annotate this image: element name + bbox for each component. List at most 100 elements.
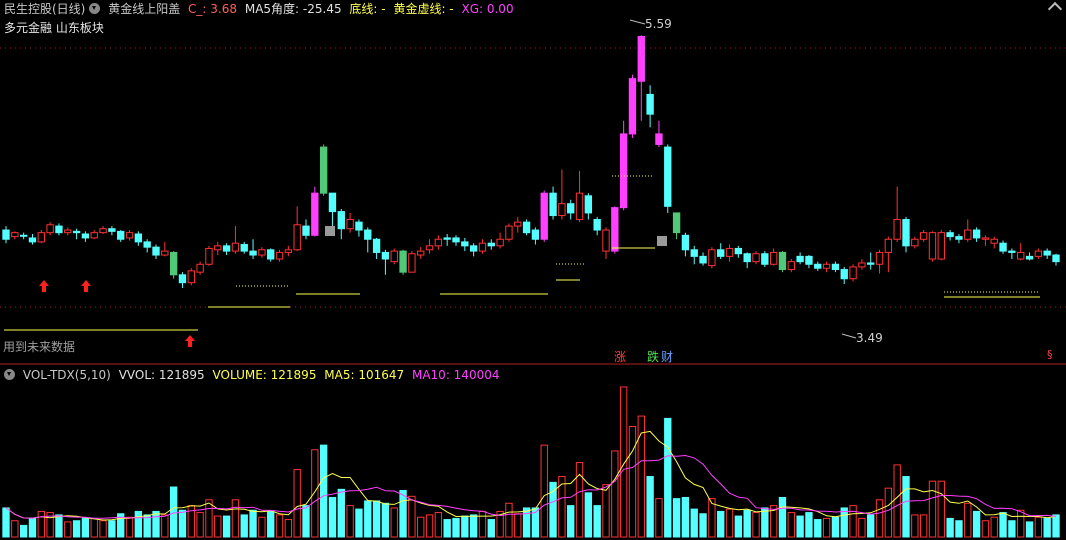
candle-body (884, 238, 893, 253)
candle-body (672, 212, 681, 234)
volume-bar (778, 496, 787, 538)
candle-body (443, 237, 451, 240)
volume-chart[interactable] (0, 365, 1066, 540)
candle-body (55, 225, 63, 234)
low-leader-line (841, 333, 857, 339)
volume-bar (461, 515, 469, 538)
volume-bar (169, 486, 178, 538)
volume-bar (602, 484, 610, 538)
price-chart-panel[interactable] (0, 0, 1066, 365)
candle-body (514, 221, 522, 227)
volume-bar (567, 505, 575, 538)
rise-tag[interactable]: 涨 (614, 348, 626, 365)
candle-body (752, 253, 760, 263)
candle-body (2, 229, 10, 240)
volume-bar (814, 519, 822, 538)
low-price-marker: 3.49 (856, 331, 883, 345)
wealth-tag[interactable]: 财 (661, 348, 673, 365)
volume-bar (717, 510, 725, 538)
volume-bar (955, 520, 963, 538)
volume-bar (858, 517, 866, 538)
volume-bar (681, 496, 690, 538)
vol-indicator-name[interactable]: VOL-TDX(5,10) (23, 368, 111, 382)
candle-body (311, 192, 319, 236)
volume-bar (11, 520, 19, 538)
volume-bar (593, 505, 601, 538)
candle-body (761, 253, 769, 265)
volume-bar (734, 515, 743, 538)
candle-body (584, 195, 593, 214)
candle-body (831, 263, 840, 271)
candle-body (169, 251, 178, 276)
candle-body (858, 262, 866, 268)
volume-bar (805, 512, 813, 538)
candle-body (117, 230, 125, 240)
candle-body (125, 232, 134, 239)
candle-body (522, 221, 531, 234)
candle-body (637, 35, 645, 82)
xg-value: XG: 0.00 (461, 2, 514, 16)
volume-bar (505, 502, 513, 538)
dropdown-circle-icon[interactable] (4, 369, 15, 380)
candle-body (28, 237, 37, 243)
candle-body (284, 249, 293, 253)
volume-bar (152, 510, 160, 538)
volume-bar (328, 496, 337, 538)
volume-bar (928, 480, 937, 538)
candle-body (893, 219, 901, 240)
candle-body (337, 211, 345, 230)
candle-body (187, 270, 195, 284)
volume-bar (258, 516, 266, 538)
volume-bar (231, 499, 240, 538)
candle-body (319, 146, 328, 194)
candle-body (902, 219, 910, 247)
candle-body (267, 249, 275, 260)
volume-bar (372, 500, 381, 538)
candle-body (240, 244, 248, 252)
candle-body (37, 232, 45, 243)
candle-body (72, 230, 81, 234)
candle-body (575, 192, 584, 221)
volume-bar (875, 499, 884, 538)
volume-bar (2, 507, 10, 538)
volume-bar (267, 510, 275, 538)
volume-bar (822, 517, 831, 538)
candle-body (743, 253, 751, 263)
candle-body (1043, 250, 1051, 256)
volume-bar (64, 521, 72, 538)
volume-bar (549, 481, 557, 538)
volume-chart-panel[interactable] (0, 365, 1066, 540)
volume-bar (355, 508, 363, 538)
volume-bar (752, 512, 760, 538)
candle-body (822, 263, 831, 269)
candle-body (328, 192, 337, 213)
fall-tag[interactable]: 跌 (647, 348, 659, 365)
candle-body (999, 242, 1007, 252)
candle-body (152, 246, 160, 256)
candle-body (346, 219, 354, 230)
candle-body (372, 238, 381, 253)
candle-body (567, 203, 575, 214)
volume-bar (611, 450, 619, 538)
volume-bar (72, 520, 81, 538)
candle-body (161, 250, 169, 256)
candle-body (90, 232, 98, 239)
candle-body (946, 232, 954, 238)
volume-header: VOL-TDX(5,10) VVOL: 121895 VOLUME: 12189… (4, 366, 503, 384)
candle-body (293, 224, 301, 251)
candlestick-chart[interactable] (0, 0, 1066, 365)
vol-ma5-value: MA5: 101647 (324, 368, 405, 382)
volume-bar (275, 514, 284, 538)
volume-bar (81, 517, 90, 538)
volume-bar (584, 492, 593, 538)
candle-body (619, 133, 628, 209)
volume-bar (937, 480, 945, 538)
indicator-name[interactable]: 黄金线上阳盖 (108, 2, 180, 16)
candle-body (99, 228, 107, 234)
gray-marker (325, 226, 335, 236)
scroll-marker-icon[interactable]: § (1047, 348, 1053, 361)
candle-body (505, 225, 513, 240)
candle-body (478, 242, 487, 252)
dropdown-circle-icon[interactable] (89, 3, 101, 14)
volume-bar (831, 516, 840, 538)
